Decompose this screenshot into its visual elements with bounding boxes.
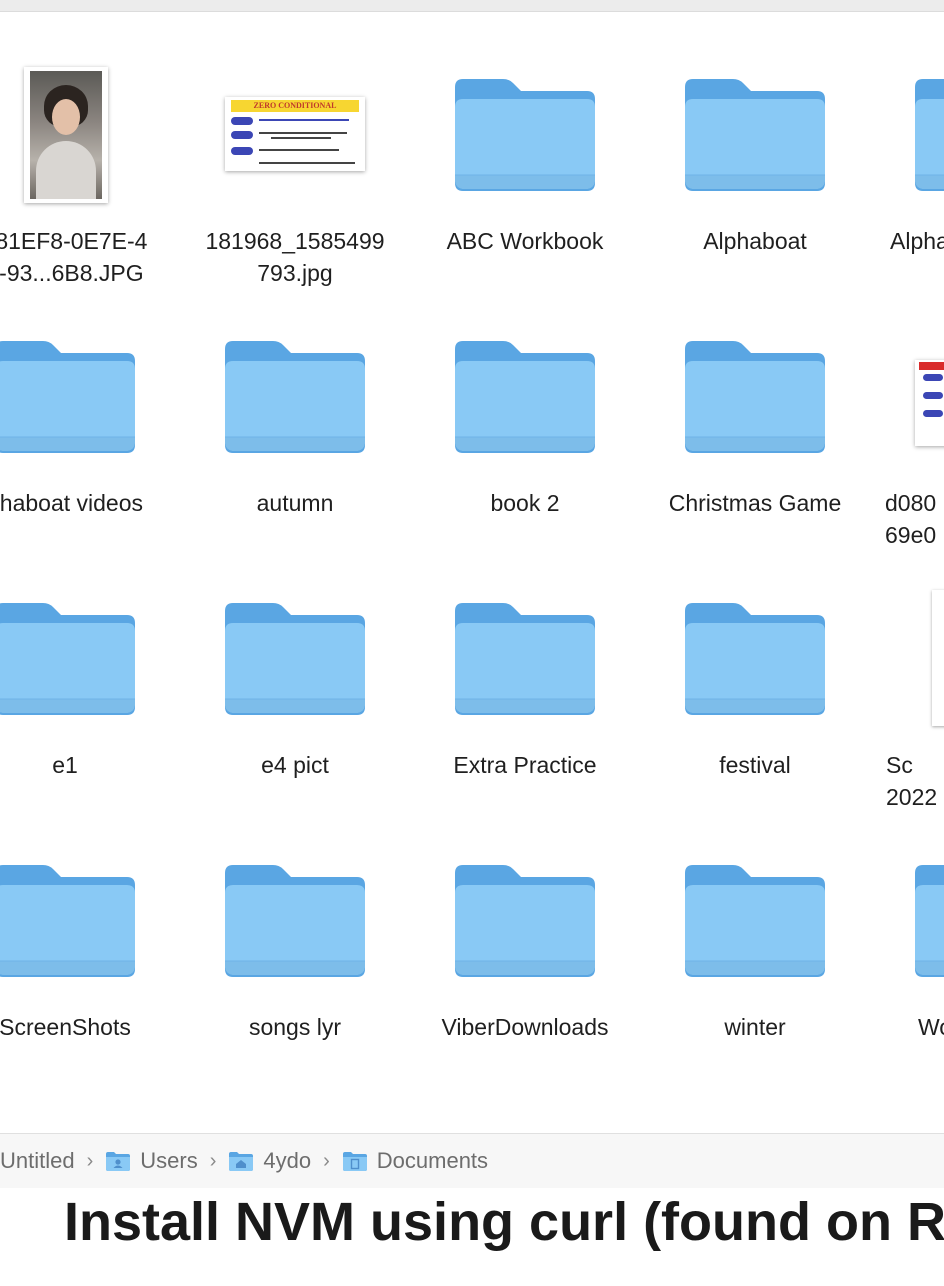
folder-item[interactable]: winter: [640, 798, 870, 1060]
document-thumbnail: [932, 590, 944, 726]
file-label: songs lyr: [248, 1014, 342, 1040]
path-item-users[interactable]: Users: [105, 1148, 198, 1174]
folder-icon: [453, 67, 597, 197]
file-label: e4 pict: [261, 752, 329, 778]
article-section: Install NVM using curl (found on Readme): [0, 1188, 944, 1286]
file-label: ABC Workbook: [446, 228, 604, 254]
file-item[interactable]: 781EF8-0E7E-4 0-93...6B8.JPG: [0, 12, 180, 286]
folder-icon: [683, 67, 827, 197]
path-bar: Untitled › Users › 4ydo › Documents: [0, 1133, 944, 1188]
folder-icon: [0, 591, 137, 721]
file-label: autumn: [256, 490, 334, 516]
chevron-right-icon: ›: [86, 1149, 94, 1172]
path-item-label: 4ydo: [263, 1148, 312, 1173]
folder-item[interactable]: Christmas Game: [640, 274, 870, 536]
file-label: Extra Practice: [453, 752, 597, 778]
folder-item[interactable]: songs lyr: [180, 798, 410, 1060]
path-item-label: Users: [140, 1148, 198, 1173]
path-item-4ydo[interactable]: 4ydo: [228, 1148, 311, 1174]
path-item-documents[interactable]: Documents: [342, 1148, 488, 1174]
article-heading: Install NVM using curl (found on Readme): [64, 1192, 944, 1252]
file-label: winter: [724, 1014, 786, 1040]
folder-item[interactable]: Alphaboat: [640, 12, 870, 274]
folder-item[interactable]: phaboat videos: [0, 274, 180, 536]
path-item-label: Documents: [376, 1148, 489, 1173]
home-folder-icon: [229, 1152, 254, 1171]
document-thumbnail-title: ZERO CONDITIONAL: [231, 100, 359, 112]
path-item-label: Untitled: [0, 1148, 75, 1173]
window-top-edge: [0, 0, 944, 12]
folder-icon: [223, 853, 367, 983]
folder-icon: [453, 853, 597, 983]
folder-icon: [0, 853, 137, 983]
folder-item[interactable]: e4 pict: [180, 536, 410, 798]
folder-item[interactable]: ViberDownloads: [410, 798, 640, 1060]
file-item[interactable]: d080 69e0: [870, 274, 944, 548]
folder-icon: [223, 591, 367, 721]
document-thumbnail: [915, 360, 944, 446]
folder-icon: [453, 329, 597, 459]
folder-item[interactable]: Alpha: [870, 12, 944, 274]
folder-icon: [683, 591, 827, 721]
file-item[interactable]: ZERO CONDITIONAL 181968_1585499 793.jpg: [180, 12, 410, 286]
file-label: book 2: [490, 490, 560, 516]
file-label: ViberDownloads: [441, 1014, 609, 1040]
file-label: phaboat videos: [0, 490, 143, 516]
documents-folder-icon: [342, 1152, 367, 1171]
folder-icon: [683, 853, 827, 983]
folder-item[interactable]: book 2: [410, 274, 640, 536]
folder-icon: [223, 329, 367, 459]
file-grid: 781EF8-0E7E-4 0-93...6B8.JPG ZERO CONDIT…: [0, 12, 944, 1132]
path-item-untitled[interactable]: Untitled: [0, 1148, 75, 1174]
file-label: ScreenShots: [0, 1014, 131, 1040]
document-thumbnail: ZERO CONDITIONAL: [225, 97, 365, 171]
folder-icon: [683, 329, 827, 459]
folder-item[interactable]: festival: [640, 536, 870, 798]
chevron-right-icon: ›: [209, 1149, 217, 1172]
folder-item[interactable]: Extra Practice: [410, 536, 640, 798]
folder-item[interactable]: ABC Workbook: [410, 12, 640, 274]
file-label: Alphaboat: [703, 228, 807, 254]
folder-item[interactable]: Wo: [870, 798, 944, 1060]
photo-thumbnail: [24, 67, 108, 203]
file-label: e1: [52, 752, 78, 778]
file-label: Wo: [918, 1014, 944, 1040]
file-label: Christmas Game: [668, 490, 842, 516]
chevron-right-icon: ›: [323, 1149, 330, 1172]
file-item[interactable]: Sc 2022: [870, 536, 944, 810]
folder-icon: [0, 329, 137, 459]
folder-item[interactable]: e1: [0, 536, 180, 798]
file-label: festival: [719, 752, 791, 778]
file-label: Alpha: [890, 228, 944, 254]
users-folder-icon: [106, 1152, 131, 1171]
folder-item[interactable]: ScreenShots: [0, 798, 180, 1060]
folder-item[interactable]: autumn: [180, 274, 410, 536]
folder-icon: [913, 853, 944, 983]
folder-icon: [453, 591, 597, 721]
folder-icon: [913, 67, 944, 197]
